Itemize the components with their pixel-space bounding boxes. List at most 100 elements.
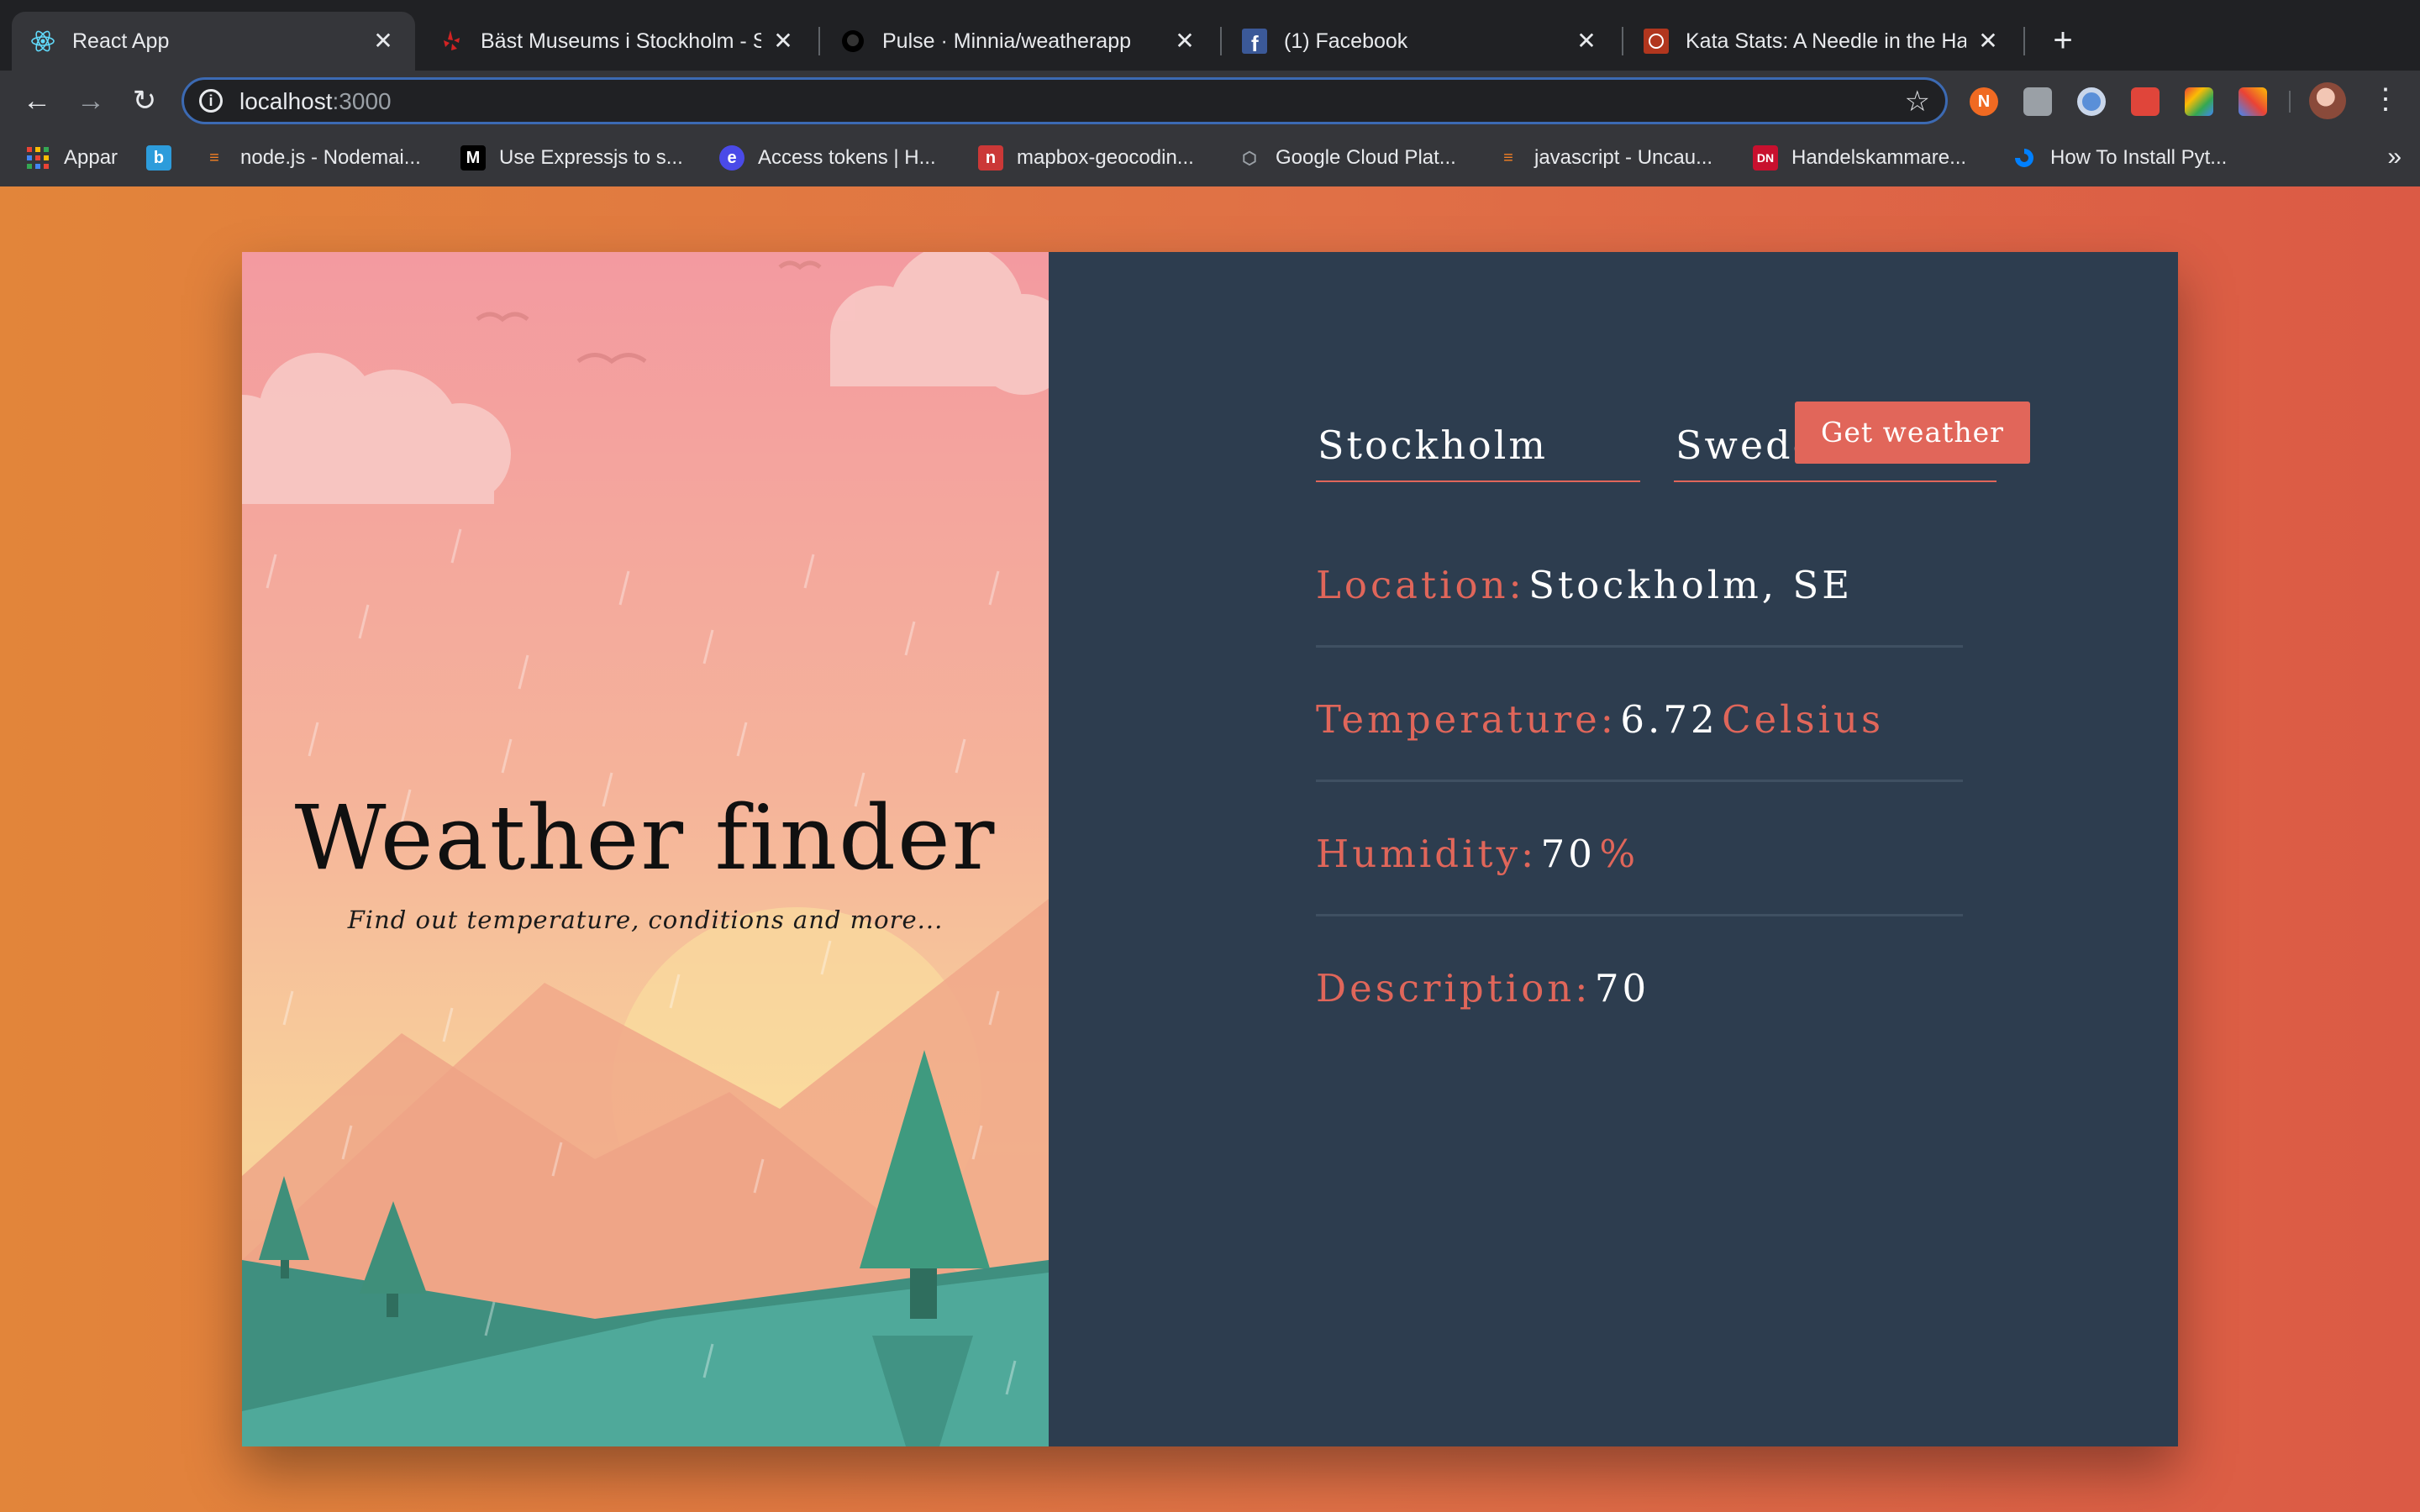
- address-url[interactable]: localhost:3000: [239, 88, 392, 115]
- forward-arrow-icon[interactable]: →: [72, 82, 109, 119]
- temperature-label: Temperature:: [1316, 697, 1617, 742]
- tab-react-app[interactable]: React App ✕: [12, 12, 415, 71]
- google-cloud-icon: ⬡: [1242, 149, 1257, 168]
- yelp-icon: [439, 29, 464, 54]
- github-icon: [840, 29, 865, 54]
- bookmark-nodemailer[interactable]: ≡ node.js - Nodemai...: [202, 143, 421, 173]
- bookmark-install-python[interactable]: How To Install Pyt...: [2012, 143, 2227, 173]
- bookmarks-bar: Appar b ≡ node.js - Nodemai... M Use Exp…: [0, 131, 2420, 186]
- browser-toolbar: ← → ↻ i localhost:3000 ☆ N ⋮: [0, 71, 2420, 131]
- divider: [1316, 780, 1963, 782]
- bookmark-label: node.js - Nodemai...: [240, 146, 421, 169]
- divider: [1316, 914, 1963, 916]
- location-label: Location:: [1316, 563, 1525, 607]
- back-arrow-icon[interactable]: ←: [18, 82, 55, 119]
- tab-pulse[interactable]: Pulse · Minnia/weatherapp ✕: [822, 12, 1217, 71]
- temperature-unit: Celsius: [1722, 697, 1885, 742]
- bookmark-mapbox[interactable]: n mapbox-geocodin...: [978, 143, 1194, 173]
- bookmark-label: Access tokens | H...: [758, 146, 936, 169]
- stackoverflow-icon: ≡: [1503, 148, 1513, 167]
- site-info-icon[interactable]: i: [199, 89, 223, 113]
- tab-museums[interactable]: Bäst Museums i Stockholm - S ✕: [420, 12, 815, 71]
- bookmark-label: Handelskammare...: [1791, 146, 1967, 169]
- medium-icon: M: [460, 145, 486, 171]
- tab-close-icon[interactable]: ✕: [1573, 28, 1600, 55]
- tab-separator: [1220, 27, 1222, 55]
- page-subtitle: Find out temperature, conditions and mor…: [347, 906, 944, 934]
- page-title: Weather finder: [294, 786, 997, 890]
- bookmark-label: Appar: [64, 146, 118, 169]
- react-icon: [30, 29, 55, 54]
- bookmark-label: Use Expressjs to s...: [499, 146, 683, 169]
- bookmark-access-tokens[interactable]: e Access tokens | H...: [719, 143, 936, 173]
- bookmark-label: mapbox-geocodin...: [1017, 146, 1194, 169]
- extension-bag-icon[interactable]: [2023, 87, 2052, 116]
- tab-separator: [2023, 27, 2025, 55]
- city-input[interactable]: Stockholm: [1316, 420, 1640, 482]
- extension-colorful-icon[interactable]: [2185, 87, 2213, 116]
- tab-close-icon[interactable]: ✕: [1171, 28, 1198, 55]
- svg-text:f: f: [1251, 31, 1259, 54]
- bookmark-handelskammare[interactable]: DN Handelskammare...: [1753, 143, 1966, 173]
- tab-title: Bäst Museums i Stockholm - S: [481, 29, 761, 53]
- humidity-row: Humidity: 70 %: [1316, 832, 1963, 876]
- humidity-value: 70: [1540, 832, 1596, 876]
- bookmark-star-icon[interactable]: ☆: [1905, 85, 1930, 118]
- codewars-icon: [1644, 29, 1669, 54]
- digitalocean-icon: [2012, 145, 2037, 171]
- tab-strip: React App ✕ Bäst Museums i Stockholm - S…: [0, 0, 2420, 71]
- npm-icon: n: [978, 145, 1003, 171]
- dn-icon: DN: [1753, 145, 1778, 171]
- tab-close-icon[interactable]: ✕: [370, 28, 397, 55]
- extension-palette-icon[interactable]: [2238, 87, 2267, 116]
- url-host: localhost: [239, 88, 333, 114]
- bookmark-b[interactable]: b: [146, 143, 185, 173]
- bookmark-javascript[interactable]: ≡ javascript - Uncau...: [1496, 143, 1712, 173]
- hero-illustration: Weather finder Find out temperature, con…: [242, 252, 1049, 1446]
- address-bar[interactable]: i localhost:3000 ☆: [182, 77, 1948, 124]
- tab-facebook[interactable]: f (1) Facebook ✕: [1223, 12, 1618, 71]
- url-port: :3000: [332, 88, 392, 114]
- tab-kata-stats[interactable]: Kata Stats: A Needle in the Hay ✕: [1625, 12, 2020, 71]
- weather-card: Weather finder Find out temperature, con…: [242, 252, 2178, 1446]
- facebook-icon: f: [1242, 29, 1267, 54]
- location-row: Location: Stockholm, SE: [1316, 563, 1963, 607]
- profile-avatar[interactable]: [2309, 82, 2346, 119]
- bookmark-label: How To Install Pyt...: [2050, 146, 2228, 169]
- tab-title: Pulse · Minnia/weatherapp: [882, 29, 1131, 53]
- stackoverflow-icon: ≡: [209, 148, 219, 167]
- heroku-icon: e: [719, 145, 744, 171]
- extension-circle-icon[interactable]: [2077, 87, 2106, 116]
- temperature-row: Temperature: 6.72 Celsius: [1316, 697, 1963, 742]
- city-input-value: Stockholm: [1318, 423, 1548, 468]
- temperature-value: 6.72: [1620, 697, 1718, 742]
- tab-close-icon[interactable]: ✕: [1975, 28, 2002, 55]
- humidity-label: Humidity:: [1316, 832, 1538, 876]
- new-tab-plus-icon[interactable]: +: [2044, 22, 2082, 60]
- bookmark-google-cloud[interactable]: ⬡ Google Cloud Plat...: [1237, 143, 1456, 173]
- bookmark-label: Google Cloud Plat...: [1276, 146, 1456, 169]
- tab-separator: [1622, 27, 1623, 55]
- location-value: Stockholm, SE: [1528, 563, 1854, 607]
- extension-n-icon[interactable]: N: [1970, 87, 1998, 116]
- divider: [1316, 645, 1963, 648]
- weather-panel: Stockholm Sweden Get weather Location: S…: [1049, 252, 2178, 1446]
- tab-title: React App: [72, 29, 170, 53]
- description-value: 70: [1594, 966, 1650, 1011]
- bookmark-expressjs[interactable]: M Use Expressjs to s...: [460, 143, 683, 173]
- tab-title: Kata Stats: A Needle in the Hay: [1686, 29, 1966, 53]
- description-row: Description: 70: [1316, 966, 1963, 1011]
- apps-grid-icon: [25, 145, 50, 171]
- tab-close-icon[interactable]: ✕: [770, 28, 797, 55]
- toolbar-divider: [2289, 91, 2291, 113]
- reload-icon[interactable]: ↻: [126, 82, 163, 119]
- more-bookmarks-chevron-icon[interactable]: »: [2387, 143, 2402, 171]
- bookmark-apps[interactable]: Appar: [25, 143, 118, 173]
- description-label: Description:: [1316, 966, 1591, 1011]
- menu-kebab-icon[interactable]: ⋮: [2371, 82, 2400, 119]
- get-weather-button[interactable]: Get weather: [1795, 402, 2030, 464]
- extension-paw-icon[interactable]: [2131, 87, 2160, 116]
- page-background: Weather finder Find out temperature, con…: [0, 186, 2420, 1512]
- tab-separator: [818, 27, 820, 55]
- b-icon: b: [146, 145, 171, 171]
